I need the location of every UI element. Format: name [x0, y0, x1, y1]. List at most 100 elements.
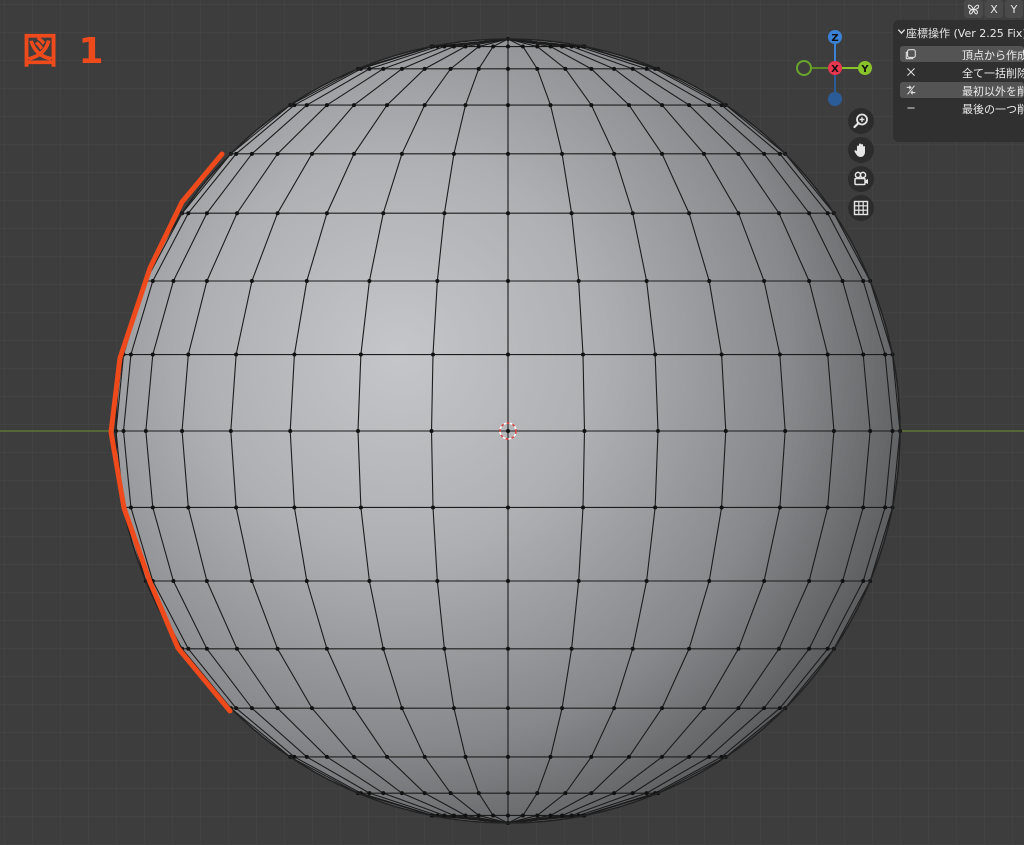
mesh-vertex[interactable] [535, 66, 540, 71]
mesh-vertex[interactable] [204, 646, 209, 651]
mesh-vertex[interactable] [381, 646, 386, 651]
mesh-vertex[interactable] [719, 505, 724, 510]
mesh-vertex[interactable] [702, 706, 706, 711]
zoom-button[interactable] [848, 108, 874, 134]
mesh-vertex[interactable] [476, 791, 481, 796]
camera-view-button[interactable] [848, 166, 874, 192]
mesh-vertex[interactable] [310, 151, 314, 156]
mesh-vertex[interactable] [186, 505, 191, 510]
mesh-vertex[interactable] [777, 505, 782, 510]
mesh-vertex[interactable] [234, 505, 239, 510]
mesh-vertex[interactable] [569, 211, 574, 216]
mesh-vertex[interactable] [367, 66, 372, 71]
mesh-vertex[interactable] [422, 103, 427, 108]
mesh-vertex[interactable] [249, 151, 254, 156]
mesh-vertex[interactable] [506, 754, 510, 759]
mesh-vertex[interactable] [451, 44, 456, 49]
mesh-vertex[interactable] [807, 646, 812, 651]
mesh-vertex[interactable] [687, 211, 692, 216]
mesh-vertex[interactable] [630, 66, 635, 71]
mesh-vertex[interactable] [644, 579, 649, 584]
mesh-vertex[interactable] [644, 66, 649, 71]
mesh-vertex[interactable] [304, 103, 309, 108]
delete-last-button[interactable]: 最後の一つ削除 [900, 100, 1024, 116]
mesh-vertex[interactable] [288, 429, 293, 433]
mesh-vertex[interactable] [861, 505, 866, 510]
mesh-vertex[interactable] [491, 44, 496, 49]
mesh-vertex[interactable] [381, 66, 386, 71]
neg-y-axis-ball[interactable] [796, 60, 812, 76]
mesh-vertex[interactable] [422, 754, 427, 759]
navigation-gizmo[interactable]: Z Y X [796, 28, 876, 108]
mesh-vertex[interactable] [548, 813, 553, 818]
mesh-vertex[interactable] [186, 352, 191, 357]
mesh-vertex[interactable] [355, 429, 360, 433]
mesh-vertex[interactable] [612, 791, 617, 796]
mesh-vertex[interactable] [204, 278, 209, 283]
mesh-vertex[interactable] [367, 579, 372, 584]
mesh-vertex[interactable] [234, 151, 239, 156]
mesh-vertex[interactable] [861, 352, 866, 357]
mesh-vertex[interactable] [352, 754, 357, 759]
mesh-vertex[interactable] [777, 706, 782, 711]
create-from-vertex-button[interactable]: 頂点から作成 [900, 46, 1024, 62]
mesh-vertex[interactable] [324, 211, 329, 216]
mesh-vertex[interactable] [506, 706, 510, 711]
mesh-vertex[interactable] [292, 352, 297, 357]
mesh-vertex[interactable] [275, 706, 280, 711]
mesh-vertex[interactable] [563, 66, 568, 71]
mesh-vertex[interactable] [762, 151, 767, 156]
mesh-vertex[interactable] [548, 103, 553, 108]
mesh-vertex[interactable] [707, 278, 712, 283]
mesh-vertex[interactable] [506, 66, 510, 71]
mesh-vertex[interactable] [304, 579, 309, 584]
mesh-vertex[interactable] [506, 352, 510, 357]
mesh-vertex[interactable] [563, 791, 568, 796]
mesh-vertex[interactable] [476, 44, 481, 49]
mesh-vertex[interactable] [463, 44, 468, 49]
mesh-vertex[interactable] [451, 151, 456, 156]
delete-all-but-first-button[interactable]: 最初以外を削除 [900, 82, 1024, 98]
mesh-vertex[interactable] [825, 646, 830, 651]
mesh-vertex[interactable] [890, 429, 895, 433]
mesh-vertex[interactable] [736, 211, 741, 216]
mesh-vertex[interactable] [324, 754, 329, 759]
mesh-vertex[interactable] [128, 352, 133, 357]
mesh-vertex[interactable] [352, 706, 357, 711]
mesh-vertex[interactable] [435, 579, 440, 584]
mesh-vertex[interactable] [626, 754, 631, 759]
mesh-vertex[interactable] [367, 278, 372, 283]
mesh-vertex[interactable] [702, 151, 706, 156]
mesh-vertex[interactable] [719, 352, 724, 357]
mesh-vertex[interactable] [381, 791, 386, 796]
mesh-vertex[interactable] [707, 103, 712, 108]
mesh-vertex[interactable] [234, 352, 239, 357]
mesh-vertex[interactable] [234, 706, 239, 711]
mesh-vertex[interactable] [630, 211, 635, 216]
mesh-vertex[interactable] [825, 505, 830, 510]
mesh-vertex[interactable] [228, 429, 233, 433]
mesh-vertex[interactable] [429, 429, 434, 433]
mesh-vertex[interactable] [535, 791, 540, 796]
mesh-vertex[interactable] [399, 66, 404, 71]
mesh-vertex[interactable] [659, 754, 664, 759]
mesh-vertex[interactable] [560, 813, 565, 818]
mesh-vertex[interactable] [535, 44, 540, 49]
mesh-vertex[interactable] [581, 505, 586, 510]
mesh-vertex[interactable] [831, 429, 836, 433]
mesh-vertex[interactable] [249, 579, 254, 584]
mesh-vertex[interactable] [687, 646, 692, 651]
mesh-vertex[interactable] [807, 579, 812, 584]
mesh-vertex[interactable] [463, 754, 468, 759]
mesh-vertex[interactable] [358, 505, 363, 510]
mesh-vertex[interactable] [381, 211, 386, 216]
mirror-y-toggle[interactable]: Y [1005, 0, 1023, 18]
mesh-vertex[interactable] [626, 103, 631, 108]
mesh-vertex[interactable] [491, 813, 496, 818]
neg-z-axis-ball[interactable] [828, 92, 842, 106]
mesh-vertex[interactable] [807, 278, 812, 283]
mesh-vertex[interactable] [783, 429, 788, 433]
mesh-vertex[interactable] [304, 754, 309, 759]
panel-header[interactable]: 座標操作 (Ver 2.25 Fix) [893, 20, 1024, 46]
mesh-vertex[interactable] [861, 579, 866, 584]
